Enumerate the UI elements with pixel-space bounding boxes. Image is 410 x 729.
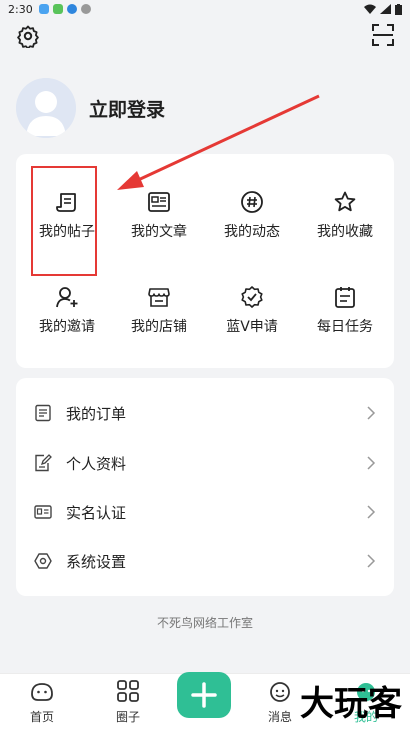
profile-edit-icon — [35, 454, 52, 472]
grid-item-label: 我的邀请 — [39, 319, 95, 335]
order-icon — [35, 404, 51, 422]
grid-icon — [117, 680, 139, 702]
settings-gear-icon[interactable] — [16, 24, 40, 48]
grid-item-label: 我的收藏 — [317, 224, 373, 240]
app-notification-icon — [80, 4, 91, 14]
article-icon — [148, 192, 170, 212]
scan-icon[interactable] — [372, 24, 394, 46]
grid-item-daily-tasks[interactable]: 每日任务 — [298, 285, 392, 336]
list-item-profile[interactable]: 个人资料 — [16, 441, 394, 485]
nav-home[interactable]: 首页 — [7, 680, 77, 725]
list-item-label: 系统设置 — [66, 552, 127, 571]
grid-item-my-favorites[interactable]: 我的收藏 — [298, 190, 392, 241]
default-avatar-icon — [16, 78, 76, 138]
avatar[interactable] — [16, 78, 76, 138]
grid-item-label: 每日任务 — [317, 319, 373, 335]
chevron-right-icon — [367, 554, 376, 568]
highlight-box — [31, 166, 97, 276]
calendar-icon — [335, 287, 355, 308]
profile-header[interactable]: 立即登录 — [16, 78, 165, 138]
app-notification-icon — [38, 4, 49, 14]
invite-icon — [56, 287, 78, 308]
list-item-label: 个人资料 — [66, 454, 127, 473]
login-link[interactable]: 立即登录 — [89, 95, 165, 122]
grid-item-label: 我的店铺 — [131, 319, 187, 335]
list-item-my-orders[interactable]: 我的订单 — [16, 391, 394, 435]
grid-item-label: 我的文章 — [131, 224, 187, 240]
message-icon — [270, 682, 290, 702]
grid-item-blue-v-apply[interactable]: 蓝V申请 — [205, 285, 299, 336]
id-card-icon — [34, 505, 52, 519]
list-item-real-name-auth[interactable]: 实名认证 — [16, 490, 394, 534]
status-right — [364, 3, 402, 15]
menu-list: 我的订单 个人资料 实名认证 系统设置 — [16, 378, 394, 596]
settings-hex-icon — [34, 553, 52, 569]
plus-icon — [191, 682, 217, 708]
app-notification-icon — [66, 4, 77, 14]
grid-item-my-activity[interactable]: 我的动态 — [205, 190, 299, 241]
grid-item-my-articles[interactable]: 我的文章 — [112, 190, 206, 241]
watermark: 大玩客 — [300, 684, 402, 724]
add-post-button[interactable] — [177, 672, 231, 718]
shop-icon — [148, 288, 170, 307]
nav-circles[interactable]: 圈子 — [93, 680, 163, 725]
star-icon — [334, 191, 356, 212]
chevron-right-icon — [367, 456, 376, 470]
battery-icon — [395, 3, 402, 15]
verified-badge-icon — [241, 286, 263, 308]
signal-icon — [380, 4, 391, 14]
grid-item-my-shop[interactable]: 我的店铺 — [112, 285, 206, 336]
list-item-system-settings[interactable]: 系统设置 — [16, 539, 394, 583]
grid-item-label: 我的动态 — [224, 224, 280, 240]
list-item-label: 我的订单 — [66, 404, 127, 423]
home-icon — [31, 683, 53, 701]
chevron-right-icon — [367, 406, 376, 420]
studio-credit: 不死鸟网络工作室 — [156, 616, 253, 630]
status-time: 2:30 — [8, 2, 33, 16]
grid-item-my-invites[interactable]: 我的邀请 — [20, 285, 114, 336]
wifi-icon — [364, 4, 376, 14]
grid-item-label: 蓝V申请 — [226, 319, 278, 335]
status-bar: 2:30 — [0, 0, 410, 18]
app-notification-icon — [52, 4, 63, 14]
top-bar — [0, 22, 410, 50]
chevron-right-icon — [367, 505, 376, 519]
nav-label: 圈子 — [115, 710, 140, 724]
list-item-label: 实名认证 — [66, 503, 127, 522]
hashtag-icon — [241, 191, 263, 213]
nav-label: 首页 — [29, 710, 54, 724]
